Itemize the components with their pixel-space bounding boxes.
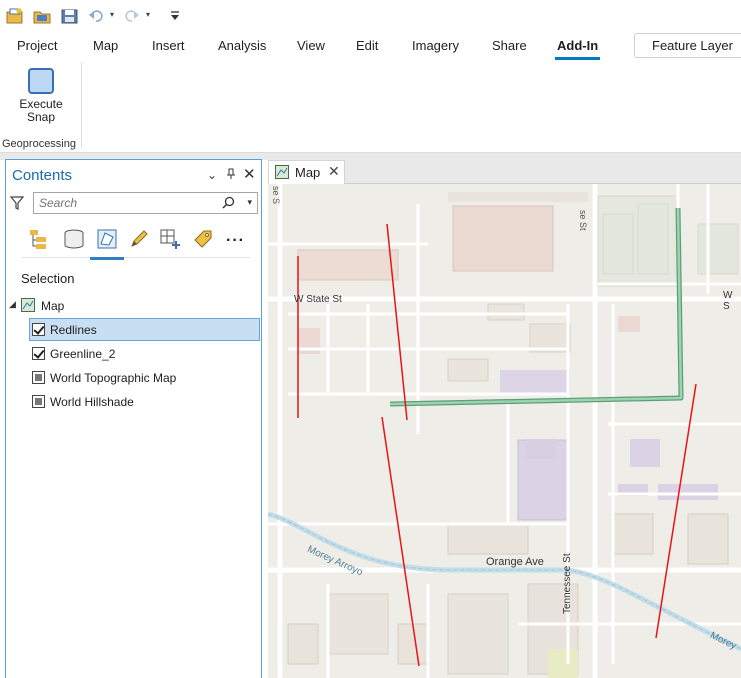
tab-add-in[interactable]: Add-In — [554, 38, 601, 60]
execute-snap-icon — [28, 68, 54, 94]
geoprocessing-group-label: Geoprocessing — [2, 138, 76, 150]
layer-visibility-checkbox[interactable] — [32, 347, 45, 360]
search-options-icon[interactable]: ▾ — [247, 197, 252, 208]
list-by-snapping-icon[interactable] — [158, 226, 184, 252]
layer-row-world-topographic-map[interactable]: World Topographic Map — [6, 366, 261, 390]
layer-visibility-checkbox[interactable] — [32, 395, 45, 408]
ribbon-body: Execute Snap Geoprocessing — [0, 60, 741, 153]
quick-access-toolbar: ▾ ▾ — [0, 0, 741, 32]
list-by-data-source-icon[interactable] — [61, 226, 87, 252]
contents-view-toolbar — [22, 224, 250, 260]
list-by-labeling-icon[interactable] — [190, 226, 216, 252]
layer-visibility-checkbox[interactable] — [32, 323, 45, 336]
list-by-editing-icon[interactable] — [126, 226, 152, 252]
more-options-icon[interactable]: ··· — [226, 232, 245, 250]
street-label-se-st: se St — [578, 210, 588, 231]
execute-snap-label: Execute Snap — [19, 97, 63, 124]
list-by-drawing-order-icon[interactable] — [26, 226, 52, 252]
execute-snap-button[interactable]: Execute Snap — [14, 64, 68, 128]
contents-title: Contents — [12, 167, 73, 184]
search-field[interactable]: ▾ — [33, 192, 258, 214]
layer-visibility-checkbox[interactable] — [32, 371, 45, 384]
tree-item-map-label: Map — [41, 299, 65, 313]
layer-label: World Topographic Map — [50, 371, 177, 385]
new-project-icon[interactable] — [5, 6, 25, 26]
save-project-icon[interactable] — [60, 6, 80, 26]
pane-options-icon[interactable]: ⌄ — [207, 168, 217, 182]
tab-edit[interactable]: Edit — [356, 38, 378, 53]
tab-project[interactable]: Project — [17, 38, 57, 53]
layer-label: World Hillshade — [50, 395, 134, 409]
layer-row-greenline-2[interactable]: Greenline_2 — [6, 342, 261, 366]
undo-dropdown-icon[interactable]: ▾ — [110, 10, 114, 19]
tab-share[interactable]: Share — [492, 38, 527, 53]
search-icon[interactable] — [222, 196, 235, 212]
layer-label: Greenline_2 — [50, 347, 116, 361]
layer-row-world-hillshade[interactable]: World Hillshade — [6, 390, 261, 414]
tree-item-map[interactable]: ◢ Map — [6, 294, 261, 318]
map-icon — [275, 165, 289, 182]
filter-icon[interactable] — [9, 196, 25, 213]
collapse-icon[interactable]: ◢ — [9, 299, 16, 310]
tab-view[interactable]: View — [297, 38, 325, 53]
redo-icon[interactable] — [121, 6, 141, 26]
street-label-w-s: W S — [723, 290, 733, 312]
open-project-icon[interactable] — [32, 6, 52, 26]
close-map-tab-icon[interactable]: ✕ — [328, 163, 340, 180]
layer-row-redlines[interactable]: Redlines — [6, 318, 261, 342]
map-canvas[interactable]: W State St W S Orange Ave Tennessee St s… — [268, 184, 741, 678]
tab-analysis[interactable]: Analysis — [218, 38, 266, 53]
map-icon — [21, 298, 35, 315]
tab-map[interactable]: Map — [93, 38, 118, 53]
street-label-orange-ave: Orange Ave — [486, 556, 544, 568]
selection-heading: Selection — [21, 271, 75, 286]
tab-feature-layer[interactable]: Feature Layer — [634, 33, 741, 58]
list-by-selection-icon[interactable] — [90, 226, 124, 260]
street-label-se-s: se S — [271, 186, 281, 205]
redo-dropdown-icon[interactable]: ▾ — [146, 10, 150, 19]
undo-icon[interactable] — [87, 6, 107, 26]
tab-imagery[interactable]: Imagery — [412, 38, 459, 53]
basemap — [268, 184, 741, 678]
map-tab-label: Map — [295, 165, 321, 180]
tab-insert[interactable]: Insert — [152, 38, 185, 53]
close-pane-icon[interactable]: ✕ — [243, 165, 256, 183]
ribbon-group-divider — [81, 62, 82, 148]
customize-icon[interactable] — [165, 6, 185, 26]
map-view-tabbar: Map ✕ — [268, 160, 741, 184]
street-label-w-state-st: W State St — [294, 294, 342, 305]
street-label-tennessee-st: Tennessee St — [562, 553, 573, 614]
contents-pane: Contents ⌄ ✕ ▾ ··· Selectio — [5, 159, 262, 678]
layer-label: Redlines — [50, 323, 97, 337]
ribbon-tabs: Project Map Insert Analysis View Edit Im… — [0, 32, 741, 60]
pin-icon[interactable] — [226, 168, 236, 183]
tab-map-view[interactable]: Map ✕ — [268, 160, 345, 184]
search-input[interactable] — [34, 193, 214, 213]
